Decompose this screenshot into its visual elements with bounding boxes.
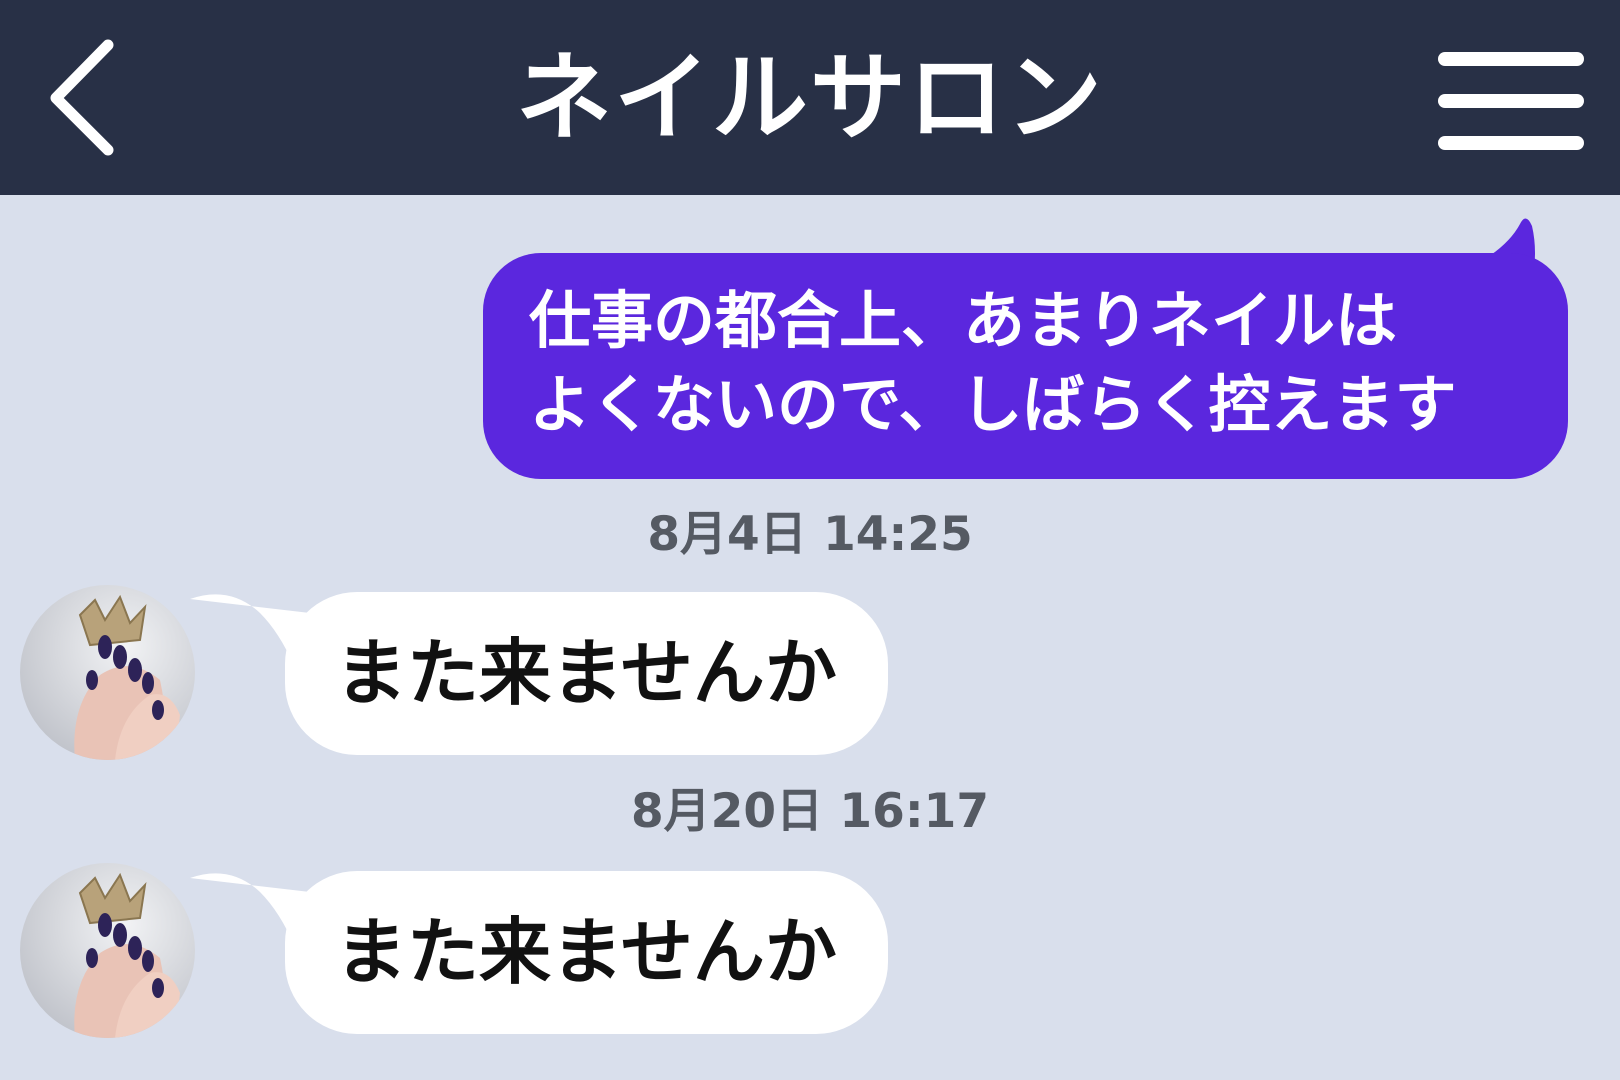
message-timestamp: 8月4日 14:25 [647, 507, 973, 562]
message-line: 仕事の都合上、あまりネイルは [529, 284, 1398, 357]
chat-title: ネイルサロン [516, 42, 1104, 154]
outgoing-message-bubble[interactable]: 仕事の都合上、あまりネイルは よくないので、しばらく控えます [483, 253, 1568, 479]
incoming-message-bubble[interactable]: また来ませんか [285, 871, 888, 1034]
hamburger-menu-icon [1438, 52, 1584, 66]
sender-avatar[interactable] [20, 585, 195, 760]
message-timestamp: 8月20日 16:17 [630, 784, 990, 839]
sender-avatar[interactable] [20, 863, 195, 1038]
message-line: よくないので、しばらく控えます [529, 368, 1457, 441]
menu-button[interactable] [1438, 52, 1584, 150]
incoming-message-bubble[interactable]: また来ませんか [285, 592, 888, 755]
chat-header: ネイルサロン [0, 0, 1620, 195]
